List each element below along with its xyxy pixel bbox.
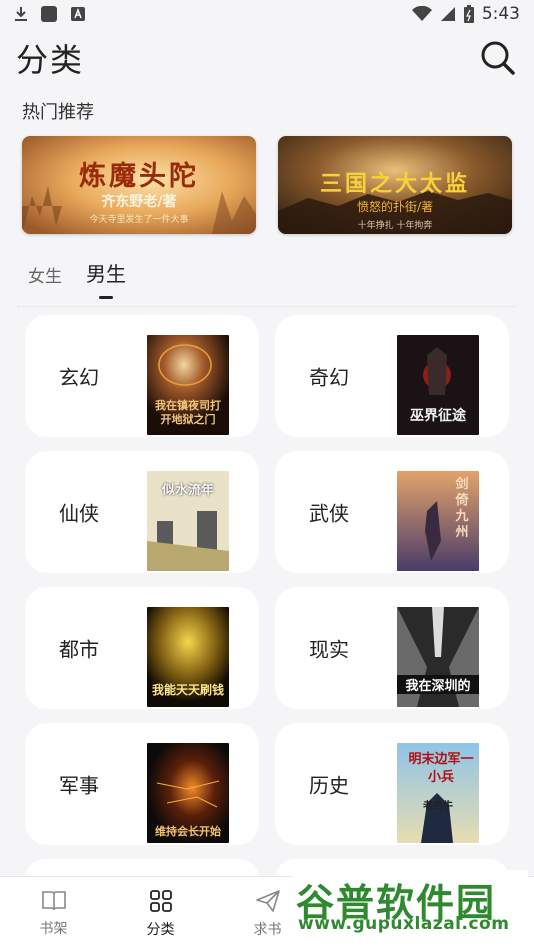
banner-2-author: 愤怒的扑街/著 — [356, 200, 434, 214]
search-button[interactable] — [478, 38, 518, 78]
category-label: 都市 — [59, 637, 99, 662]
category-label: 现实 — [309, 637, 349, 662]
book-icon — [41, 890, 66, 910]
category-cover: 维持会长开始 — [147, 743, 229, 843]
divider — [18, 306, 516, 307]
cover-author: 老白牛 — [423, 801, 453, 812]
banner-card-2[interactable]: 三国之大太监 愤怒的扑街/著 十年挣扎 十年拘奔 — [278, 136, 512, 234]
banner-card-1[interactable]: 炼魔头陀 齐东野老/著 今天寺里发生了一件大事 — [22, 136, 256, 234]
tabbar-item-category[interactable]: 分类 — [107, 877, 214, 950]
category-card-xianxia[interactable]: 仙侠 似水流年 — [25, 451, 259, 573]
tab-active-indicator — [99, 296, 113, 299]
tab-male-label: 男生 — [86, 262, 126, 286]
category-card-junshi[interactable]: 军事 维持会长开始 — [25, 723, 259, 845]
tab-male[interactable]: 男生 — [86, 258, 126, 299]
grid-icon — [149, 889, 172, 912]
tabbar-label: 分类 — [146, 921, 175, 938]
cover-title: 我在深圳的 — [397, 675, 479, 694]
header: 分类 — [0, 30, 534, 86]
banner-2-note: 十年挣扎 十年拘奔 — [357, 221, 433, 231]
category-card-xianshi[interactable]: 现实 我在深圳的 — [275, 587, 509, 709]
tabbar-item-bookshelf[interactable]: 书架 — [0, 877, 107, 950]
banner-1-note: 今天寺里发生了一件大事 — [89, 215, 189, 225]
cover-title: 明末边军一小兵 — [408, 752, 474, 785]
app-icon — [41, 6, 57, 22]
cover-title: 似水流年 — [161, 483, 214, 498]
tab-female[interactable]: 女生 — [28, 262, 62, 287]
send-icon — [255, 889, 280, 912]
cover-title: 巫界征途 — [410, 408, 466, 424]
page-title: 分类 — [16, 41, 85, 79]
category-label: 玄幻 — [59, 365, 99, 390]
category-cover: 我在深圳的 — [397, 607, 479, 707]
font-icon — [71, 7, 85, 21]
category-card-xuanhuan[interactable]: 玄幻 我在镇夜司打开地狱之门 — [25, 315, 259, 437]
category-card-qihuan[interactable]: 奇幻 巫界征途 — [275, 315, 509, 437]
category-cover: 明末边军一小兵 老白牛 — [397, 743, 479, 843]
cover-title: 我在镇夜司打开地狱之门 — [155, 399, 221, 426]
category-label: 武侠 — [309, 501, 349, 526]
category-label: 奇幻 — [309, 365, 349, 390]
gender-tabs: 女生 男生 — [28, 258, 126, 299]
signal-icon — [440, 7, 455, 21]
category-cover: 似水流年 — [147, 471, 229, 571]
wifi-icon — [411, 6, 432, 21]
status-time: 5:43 — [481, 4, 520, 24]
category-card-wuxia[interactable]: 武侠 剑倚九州 — [275, 451, 509, 573]
hot-section-title: 热门推荐 — [22, 102, 94, 123]
cover-title: 维持会长开始 — [155, 825, 221, 838]
banner-2-title: 三国之大太监 — [319, 171, 470, 197]
category-label: 历史 — [309, 773, 349, 798]
tabbar-label: 求书 — [253, 921, 282, 938]
category-cover: 剑倚九州 — [397, 471, 479, 571]
download-icon — [15, 7, 27, 21]
category-cover: 巫界征途 — [397, 335, 479, 435]
search-icon — [481, 41, 515, 75]
watermark: 谷普软件园 www.gupuxlazal.com — [292, 870, 528, 936]
cover-title: 我能天天刷钱 — [151, 683, 224, 697]
category-cover: 我能天天刷钱 — [147, 607, 229, 707]
category-card-lishi[interactable]: 历史 明末边军一小兵 老白牛 — [275, 723, 509, 845]
cover-title: 剑倚九州 — [455, 477, 469, 540]
status-bar: 5:43 — [0, 0, 534, 28]
category-cover: 我在镇夜司打开地狱之门 — [147, 335, 229, 435]
banner-1-title: 炼魔头陀 — [79, 161, 199, 192]
battery-icon — [463, 5, 474, 23]
tabbar-label: 书架 — [39, 920, 68, 937]
watermark-url: www.gupuxlazal.com — [298, 914, 510, 934]
category-card-dushi[interactable]: 都市 我能天天刷钱 — [25, 587, 259, 709]
category-label: 仙侠 — [59, 501, 99, 526]
category-label: 军事 — [59, 773, 99, 798]
banner-1-author: 齐东野老/著 — [101, 194, 177, 210]
